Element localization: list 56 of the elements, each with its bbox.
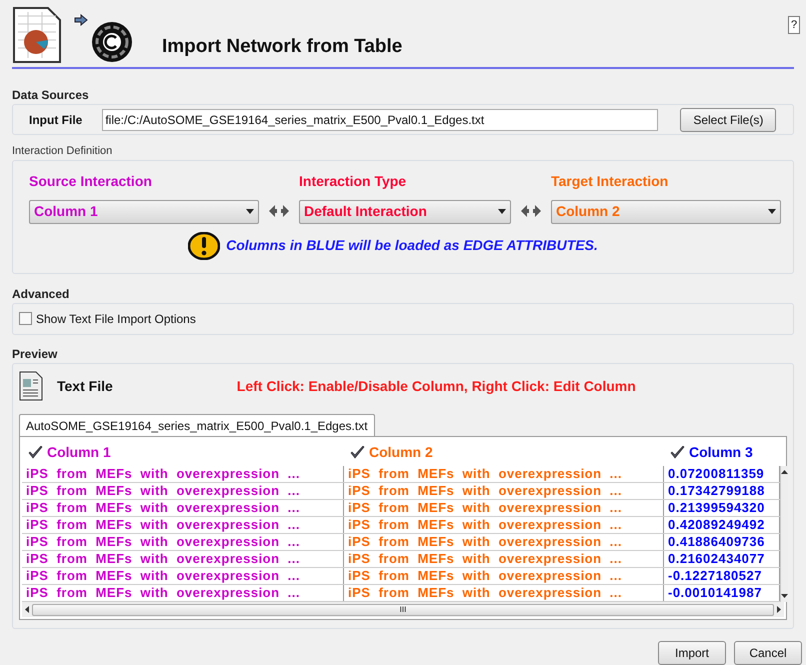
help-button[interactable]: ? xyxy=(788,16,800,34)
file-tab[interactable]: AutoSOME_GSE19164_series_matrix_E500_Pval0.1_Edges.txt xyxy=(19,414,375,436)
table-cell: iPS from MEFs with overexpression ... xyxy=(344,568,664,584)
scroll-up-icon[interactable] xyxy=(781,470,788,474)
scroll-right-icon[interactable] xyxy=(777,606,781,614)
check-icon xyxy=(350,446,365,460)
input-file-field[interactable]: file:/C:/AutoSOME_GSE19164_series_matrix_E500_Pval0.1_Edges.txt xyxy=(102,108,658,131)
window-title: Import Network from Table xyxy=(162,34,402,59)
section-title: Advanced xyxy=(12,286,70,301)
table-cell: iPS from MEFs with overexpression ... xyxy=(344,466,664,482)
dialog-button[interactable]: Import xyxy=(658,641,726,665)
table-cell: iPS from MEFs with overexpression ... xyxy=(22,466,344,482)
column-header[interactable]: Column 1 xyxy=(22,442,344,464)
table-cell: iPS from MEFs with overexpression ... xyxy=(344,534,664,550)
column-header[interactable]: Column 3 xyxy=(664,442,780,464)
section-title: Interaction Definition xyxy=(12,145,112,158)
document-icon xyxy=(19,371,43,402)
check-icon xyxy=(670,446,685,460)
dropdown-arrow-icon xyxy=(246,209,254,214)
table-cell: iPS from MEFs with overexpression ... xyxy=(22,568,344,584)
table-cell: iPS from MEFs with overexpression ... xyxy=(344,483,664,500)
swap-arrows-icon xyxy=(519,204,543,218)
selector-label: Interaction Type xyxy=(299,172,408,191)
dialog-button[interactable]: Cancel xyxy=(734,641,802,665)
hint-text: Left Click: Enable/Disable Column, Right Click: Edit Column xyxy=(236,376,636,396)
scroll-down-icon[interactable] xyxy=(781,594,788,598)
dropdown-arrow-icon xyxy=(768,209,776,214)
table-cell: iPS from MEFs with overexpression ... xyxy=(22,585,344,602)
table-cell: iPS from MEFs with overexpression ... xyxy=(344,500,664,516)
table-cell: iPS from MEFs with overexpression ... xyxy=(344,551,664,568)
section-title: Preview xyxy=(12,347,58,362)
selector-label: Target Interaction xyxy=(551,172,670,191)
table-cell: iPS from MEFs with overexpression ... xyxy=(344,585,664,602)
spreadsheet-chart-icon xyxy=(12,6,62,64)
scroll-left-icon[interactable] xyxy=(25,606,29,614)
table-cell: iPS from MEFs with overexpression ... xyxy=(22,500,344,516)
vertical-scrollbar[interactable] xyxy=(780,466,788,602)
field-label: Input File xyxy=(29,112,82,129)
table-cell: iPS from MEFs with overexpression ... xyxy=(22,534,344,550)
table-cell: iPS from MEFs with overexpression ... xyxy=(344,517,664,534)
file-type-label: Text File xyxy=(57,376,113,396)
check-icon xyxy=(28,446,43,460)
interaction-dropdown[interactable]: Column 1 xyxy=(29,200,259,224)
arrow-icon xyxy=(74,14,88,26)
note-text: Columns in BLUE will be loaded as EDGE ATTRIBUTES. xyxy=(226,236,598,256)
dropdown-arrow-icon xyxy=(498,209,506,214)
import-options-checkbox[interactable]: Show Text File Import Options xyxy=(19,310,196,328)
table-cell: iPS from MEFs with overexpression ... xyxy=(22,551,344,568)
table-cell: iPS from MEFs with overexpression ... xyxy=(22,483,344,500)
table-cell: iPS from MEFs with overexpression ... xyxy=(22,517,344,534)
selector-label: Source Interaction xyxy=(29,172,153,191)
warning-icon xyxy=(188,232,220,260)
select-files-button[interactable]: Select File(s) xyxy=(680,108,776,132)
horizontal-scrollbar[interactable]: III xyxy=(22,602,784,618)
swap-arrows-icon xyxy=(267,204,291,218)
section-title: Data Sources xyxy=(12,88,89,102)
